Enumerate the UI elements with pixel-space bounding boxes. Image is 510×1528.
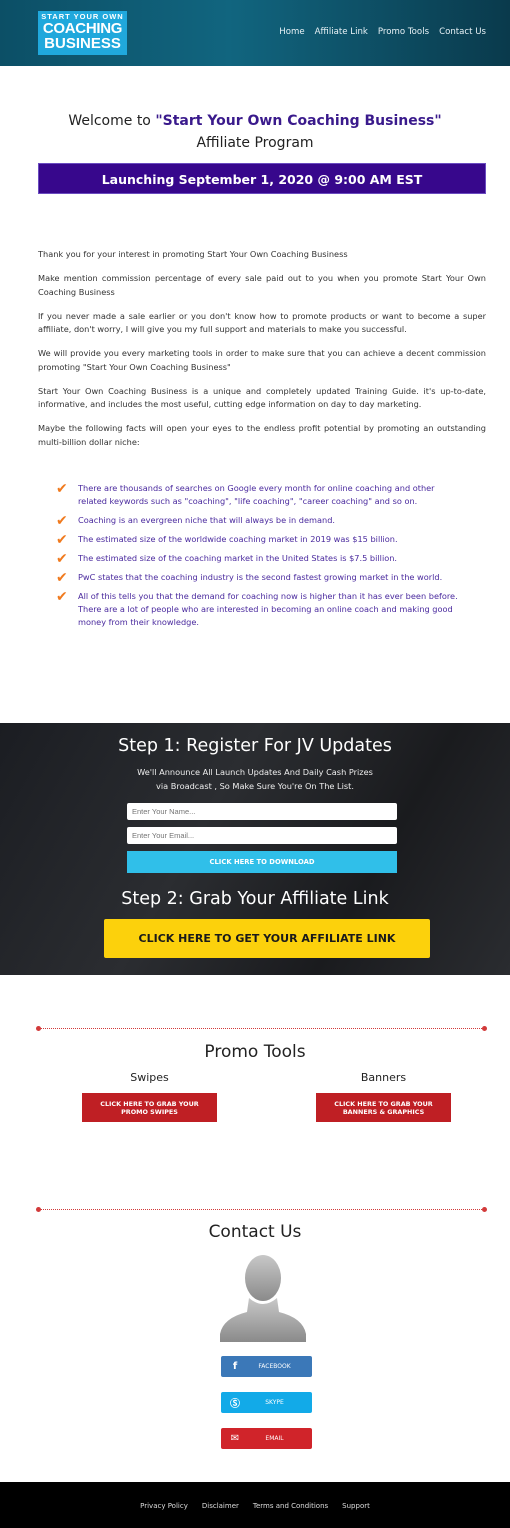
promo-tools-heading: Promo Tools — [204, 1042, 306, 1062]
paragraph: Make mention commission percentage of ev… — [38, 273, 486, 297]
avatar-icon — [220, 1255, 306, 1342]
fact-text: The estimated size of the coaching marke… — [78, 552, 398, 563]
swipes-label: Swipes — [130, 1071, 169, 1084]
skype-label: SKYPE — [265, 1399, 284, 1406]
footer-terms-link[interactable]: Terms and Conditions — [253, 1502, 328, 1510]
nav-promo-tools[interactable]: Promo Tools — [378, 27, 429, 37]
paragraph: Thank you for your interest in promoting… — [38, 249, 348, 259]
fact-text: The estimated size of the worldwide coac… — [78, 533, 398, 544]
welcome-heading: Welcome to "Start Your Own Coaching Busi… — [0, 113, 510, 129]
contact-heading: Contact Us — [208, 1222, 302, 1242]
divider-dot — [36, 1207, 41, 1212]
nav-affiliate-link[interactable]: Affiliate Link — [315, 27, 368, 37]
divider — [38, 1209, 486, 1210]
checkmark-icon: ✔ — [56, 569, 68, 586]
email-input[interactable] — [127, 827, 397, 844]
email-label: EMAIL — [265, 1435, 284, 1442]
facebook-label: FACEBOOK — [258, 1363, 291, 1370]
divider-dot — [36, 1026, 41, 1031]
main-nav: Home Affiliate Link Promo Tools Contact … — [279, 27, 486, 37]
divider — [38, 1028, 486, 1029]
fact-text: PwC states that the coaching industry is… — [78, 571, 443, 582]
list-item: ✔ The estimated size of the worldwide coa… — [56, 533, 466, 547]
header: START YOUR OWN COACHING BUSINESS Home Af… — [0, 0, 510, 66]
list-item: ✔ Coaching is an evergreen niche that wil… — [56, 514, 466, 528]
paragraph: Maybe the following facts will open your… — [38, 423, 486, 447]
promo-swipes-button[interactable]: CLICK HERE TO GRAB YOUR PROMO SWIPES — [82, 1093, 217, 1122]
checkmark-icon: ✔ — [56, 531, 68, 548]
paragraph: Start Your Own Coaching Business is a un… — [38, 385, 486, 410]
divider-dot — [482, 1207, 487, 1212]
nav-home[interactable]: Home — [279, 27, 304, 37]
footer-privacy-link[interactable]: Privacy Policy — [140, 1502, 188, 1510]
checkmark-icon: ✔ — [56, 550, 68, 567]
logo-line: COACHING — [42, 19, 123, 37]
list-item: ✔ PwC states that the coaching industry i… — [56, 571, 466, 585]
logo-line: BUSINESS — [44, 34, 121, 52]
fact-text: There are thousands of searches on Googl… — [78, 483, 435, 507]
announce-line: We'll Announce All Launch Updates And Da… — [137, 767, 373, 777]
facebook-icon: f — [232, 1361, 238, 1372]
facts-list: ✔ There are thousands of searches on Goog… — [56, 482, 466, 634]
skype-icon: Ⓢ — [230, 1399, 240, 1410]
list-item: ✔ The estimated size of the coaching mark… — [56, 552, 466, 566]
step2-heading: Step 2: Grab Your Affiliate Link — [121, 889, 389, 909]
email-button[interactable]: ✉ EMAIL — [221, 1428, 312, 1449]
logo[interactable]: START YOUR OWN COACHING BUSINESS — [38, 11, 127, 55]
footer-disclaimer-link[interactable]: Disclaimer — [202, 1502, 239, 1510]
affiliate-link-button[interactable]: CLICK HERE TO GET YOUR AFFILIATE LINK — [104, 919, 430, 958]
download-button[interactable]: CLICK HERE TO DOWNLOAD — [127, 851, 397, 873]
checkmark-icon: ✔ — [56, 512, 68, 529]
launch-banner: Launching September 1, 2020 @ 9:00 AM ES… — [38, 163, 486, 194]
name-input[interactable] — [127, 803, 397, 820]
footer-support-link[interactable]: Support — [342, 1502, 370, 1510]
paragraph: We will provide you every marketing tool… — [38, 348, 486, 372]
product-name: "Start Your Own Coaching Business" — [155, 113, 442, 129]
subtitle: Affiliate Program — [196, 135, 314, 151]
step1-heading: Step 1: Register For JV Updates — [118, 736, 392, 756]
footer-links: Privacy Policy Disclaimer Terms and Cond… — [0, 1502, 510, 1510]
banners-label: Banners — [360, 1071, 407, 1084]
fact-text: All of this tells you that the demand fo… — [78, 590, 458, 628]
skype-button[interactable]: Ⓢ SKYPE — [221, 1392, 312, 1413]
announce-text: We'll Announce All Launch Updates And Da… — [0, 766, 510, 793]
list-item: ✔ All of this tells you that the demand f… — [56, 590, 466, 630]
list-item: ✔ There are thousands of searches on Goog… — [56, 482, 466, 509]
envelope-icon: ✉ — [230, 1433, 240, 1444]
welcome-prefix: Welcome to — [68, 113, 156, 129]
announce-line: via Broadcast , So Make Sure You're On T… — [156, 780, 354, 791]
checkmark-icon: ✔ — [56, 588, 68, 605]
fact-text: Coaching is an evergreen niche that will… — [78, 514, 336, 525]
divider-dot — [482, 1026, 487, 1031]
nav-contact-us[interactable]: Contact Us — [439, 27, 486, 37]
checkmark-icon: ✔ — [56, 481, 68, 497]
banners-button[interactable]: CLICK HERE TO GRAB YOUR BANNERS & GRAPHI… — [316, 1093, 451, 1122]
facebook-button[interactable]: f FACEBOOK — [221, 1356, 312, 1377]
intro-text: Thank you for your interest in promoting… — [38, 248, 486, 460]
paragraph: If you never made a sale earlier or you … — [38, 310, 486, 335]
